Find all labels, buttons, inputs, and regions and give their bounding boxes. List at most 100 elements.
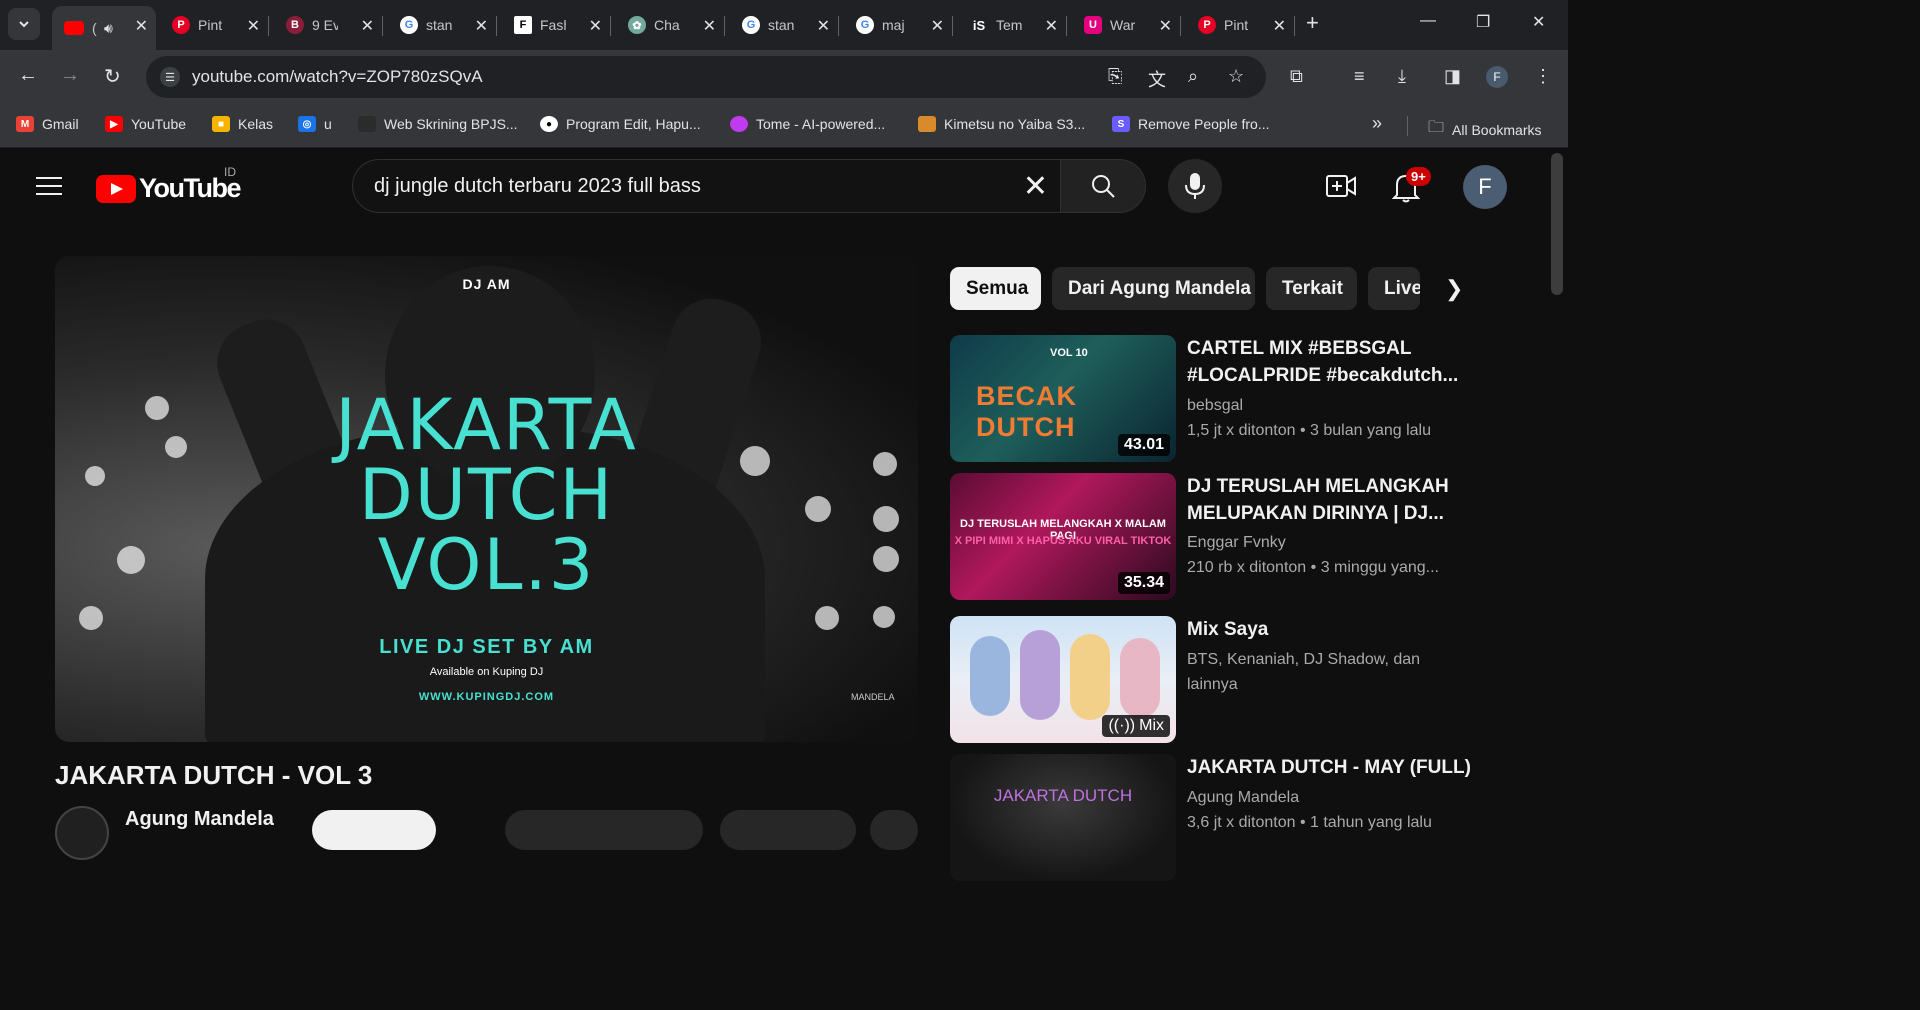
browser-profile-avatar[interactable]: F: [1486, 66, 1508, 88]
back-icon[interactable]: ←: [18, 64, 38, 87]
side-panel-icon[interactable]: ◨: [1444, 66, 1461, 87]
new-tab-button[interactable]: +: [1306, 10, 1319, 36]
bookmark-label: Kimetsu no Yaiba S3...: [944, 116, 1086, 132]
tab-google[interactable]: G stan ✕: [730, 6, 839, 44]
related-title[interactable]: Mix Saya: [1187, 616, 1477, 643]
like-dislike-button[interactable]: [505, 810, 703, 850]
bookmark-github[interactable]: ● Program Edit, Hapu...: [540, 116, 701, 132]
url-text[interactable]: youtube.com/watch?v=ZOP780zSQvA: [192, 67, 483, 87]
media-control-icon[interactable]: ≡: [1354, 66, 1365, 87]
chip-related[interactable]: Terkait: [1266, 267, 1357, 310]
all-bookmarks-button[interactable]: 🗀 All Bookmarks: [1428, 116, 1541, 143]
tab-youtube[interactable]: ( 🔊︎ ✕: [52, 6, 156, 50]
search-button[interactable]: [1060, 159, 1146, 213]
menu-hamburger-icon[interactable]: [36, 177, 62, 195]
related-thumbnail[interactable]: VOL 10 BECAK DUTCH 43.01: [950, 335, 1176, 462]
account-avatar[interactable]: F: [1463, 165, 1507, 209]
download-icon[interactable]: ⤓: [1398, 66, 1406, 87]
speaker-icon[interactable]: 🔊︎: [104, 20, 113, 37]
mix-label: Mix: [1139, 717, 1164, 734]
related-channel[interactable]: Enggar Fvnky: [1187, 530, 1477, 555]
search-query-text[interactable]: dj jungle dutch terbaru 2023 full bass: [374, 175, 701, 198]
related-title[interactable]: CARTEL MIX #BEBSGAL #LOCALPRIDE #becakdu…: [1187, 335, 1477, 389]
subscribe-button[interactable]: [312, 810, 436, 850]
site-info-icon[interactable]: ☰: [160, 67, 180, 87]
tab-u[interactable]: U War ✕: [1072, 6, 1181, 44]
thumb-text: VOL 10: [1050, 347, 1088, 359]
google-icon: G: [856, 16, 874, 34]
zoom-icon[interactable]: ⌕: [1188, 66, 1198, 87]
chip-live[interactable]: Live: [1368, 267, 1420, 310]
close-icon[interactable]: ✕: [361, 16, 374, 36]
bookmark-remove-people[interactable]: S Remove People fro...: [1112, 116, 1270, 132]
close-icon[interactable]: ✕: [1273, 16, 1286, 36]
thumb-text: X PIPI MIMI X HAPUS AKU VIRAL TIKTOK: [954, 535, 1172, 547]
poster-available: Available on Kuping DJ: [429, 666, 544, 678]
reload-icon[interactable]: ↻: [104, 64, 121, 89]
tab-chatgpt[interactable]: ✿ Cha ✕: [616, 6, 725, 44]
tab-fashion[interactable]: F Fash ✕: [502, 6, 611, 44]
address-bar[interactable]: ☰ youtube.com/watch?v=ZOP780zSQvA ⎘ 文 ⌕ …: [146, 56, 1266, 98]
tab-is[interactable]: iS Tem ✕: [958, 6, 1067, 44]
bookmark-gmail[interactable]: M Gmail: [16, 116, 79, 132]
bookmark-kimetsu[interactable]: Kimetsu no Yaiba S3...: [918, 116, 1085, 132]
close-icon[interactable]: ✕: [931, 16, 944, 36]
related-channel[interactable]: bebsgal: [1187, 393, 1477, 418]
bookmark-youtube[interactable]: ▶ YouTube: [105, 116, 186, 132]
bookmark-bpjs[interactable]: Web Skrining BPJS...: [358, 116, 518, 132]
close-icon[interactable]: ✕: [247, 16, 260, 36]
channel-name[interactable]: Agung Mandela: [125, 808, 274, 831]
bookmark-tome[interactable]: Tome - AI-powered...: [730, 116, 885, 132]
folder-icon: 🗀: [1428, 119, 1445, 136]
translate-icon[interactable]: 文: [1148, 66, 1166, 92]
tab-google[interactable]: G stan ✕: [388, 6, 497, 44]
more-bookmarks-button[interactable]: »: [1372, 113, 1382, 134]
share-button[interactable]: [720, 810, 856, 850]
minimize-button[interactable]: —: [1420, 12, 1436, 30]
tab-pinterest[interactable]: P Pint ✕: [160, 6, 269, 44]
bookmark-label: Web Skrining BPJS...: [384, 116, 518, 132]
bookmark-label: Remove People fro...: [1138, 116, 1270, 132]
related-channel[interactable]: Agung Mandela: [1187, 785, 1477, 810]
related-thumbnail[interactable]: DJ TERUSLAH MELANGKAH X MALAM PAGI X PIP…: [950, 473, 1176, 600]
extensions-icon[interactable]: ⧉: [1290, 66, 1303, 87]
close-icon[interactable]: ✕: [817, 16, 830, 36]
close-icon[interactable]: ✕: [589, 16, 602, 36]
tab-b[interactable]: B 9 Ev ✕: [274, 6, 383, 44]
install-app-icon[interactable]: ⎘: [1108, 66, 1122, 87]
menu-icon[interactable]: ⋮: [1534, 66, 1552, 87]
create-video-icon[interactable]: [1326, 175, 1356, 197]
chevron-right-icon[interactable]: ❯: [1445, 276, 1463, 302]
close-icon[interactable]: ✕: [1159, 16, 1172, 36]
tab-title: Cha: [654, 17, 680, 33]
bookmark-star-icon[interactable]: ☆: [1228, 66, 1244, 87]
related-title[interactable]: DJ TERUSLAH MELANGKAH MELUPAKAN DIRINYA …: [1187, 473, 1477, 527]
related-title[interactable]: JAKARTA DUTCH - MAY (FULL): [1187, 754, 1477, 781]
chip-from-channel[interactable]: Dari Agung Mandela: [1052, 267, 1255, 310]
video-player[interactable]: DJ AM JAKARTA DUTCH VOL.3 LIVE DJ SET BY…: [55, 256, 918, 742]
search-icon: [1092, 175, 1115, 198]
bookmark-kelas[interactable]: ■ Kelas: [212, 116, 273, 132]
chip-all[interactable]: Semua: [950, 267, 1041, 310]
close-icon[interactable]: ✕: [135, 16, 148, 36]
close-icon[interactable]: ✕: [475, 16, 488, 36]
close-icon[interactable]: ✕: [1045, 16, 1058, 36]
tab-google[interactable]: G maj ✕: [844, 6, 953, 44]
close-icon[interactable]: ✕: [703, 16, 716, 36]
channel-avatar[interactable]: [55, 806, 109, 860]
voice-search-button[interactable]: [1168, 159, 1222, 213]
tab-search-button[interactable]: [8, 8, 40, 40]
related-thumbnail[interactable]: ((·)) Mix: [950, 616, 1176, 743]
bookmark-u[interactable]: ◎ u: [298, 116, 332, 132]
search-input[interactable]: dj jungle dutch terbaru 2023 full bass ✕: [352, 159, 1060, 213]
forward-icon[interactable]: →: [60, 64, 80, 87]
clear-search-icon[interactable]: ✕: [1023, 169, 1048, 204]
scrollbar-thumb[interactable]: [1551, 153, 1563, 295]
more-actions-button[interactable]: [870, 810, 918, 850]
restore-button[interactable]: ❐: [1476, 12, 1490, 32]
tab-pinterest[interactable]: P Pint ✕: [1186, 6, 1295, 44]
anime-figure: [1070, 634, 1110, 720]
related-thumbnail[interactable]: JAKARTA DUTCH: [950, 754, 1176, 881]
close-window-button[interactable]: ✕: [1532, 12, 1545, 32]
youtube-logo[interactable]: YouTube ID: [96, 165, 241, 204]
